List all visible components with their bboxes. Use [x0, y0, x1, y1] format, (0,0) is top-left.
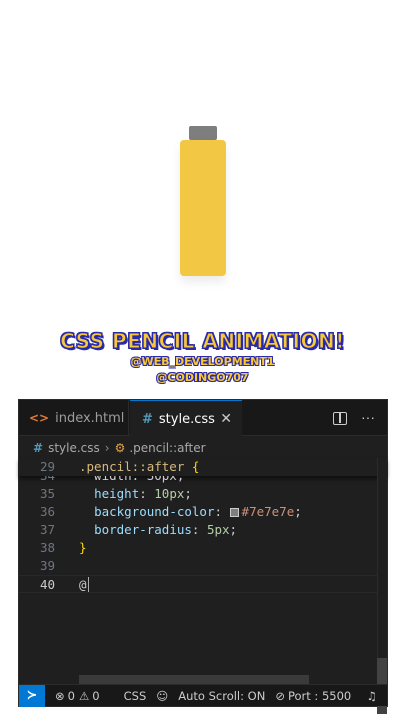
symbol-class-icon: ⚙: [114, 441, 126, 455]
text-cursor: [87, 577, 90, 592]
code-text: @: [79, 577, 87, 592]
css-selector: .pencil::after: [79, 459, 185, 474]
tab-label: style.css: [158, 411, 215, 427]
warning-icon: ⚠: [78, 688, 90, 703]
css-property: border-radius: [94, 522, 192, 537]
language-mode[interactable]: CSS: [124, 689, 147, 703]
vertical-scrollbar[interactable]: [377, 458, 387, 714]
code-line[interactable]: 35 height: 10px;: [19, 485, 387, 503]
css-value: 10px: [154, 486, 185, 501]
tab-index-html[interactable]: <> index.html: [19, 400, 129, 436]
code-text: width: 30px;: [79, 476, 184, 485]
css-property: height: [94, 486, 140, 501]
block-icon: ⊘: [275, 688, 285, 703]
code-line-current[interactable]: 40 @: [19, 575, 387, 593]
video-caption: CSS PENCIL ANIMATION! @WEB_DEVELOPMENT1 …: [0, 328, 405, 386]
css-property: background-color: [94, 504, 215, 519]
sticky-scroll-line[interactable]: 29 .pencil::after {: [19, 458, 387, 476]
breadcrumb-symbol[interactable]: .pencil::after: [129, 441, 205, 455]
auto-scroll-status[interactable]: Auto Scroll: ON: [178, 689, 265, 703]
more-actions-icon[interactable]: ···: [361, 409, 375, 425]
tab-style-css[interactable]: # style.css ✕: [130, 400, 242, 437]
css-file-icon: #: [33, 441, 44, 455]
line-number: 40: [39, 577, 55, 592]
line-number: 39: [39, 558, 55, 573]
code-line[interactable]: 36 background-color: #7e7e7e;: [19, 503, 387, 521]
close-brace: }: [79, 540, 87, 555]
css-value: #7e7e7e: [241, 504, 295, 519]
error-icon: ⊗: [55, 688, 65, 703]
tab-bar: <> index.html # style.css ✕ ···: [19, 400, 387, 437]
open-brace: {: [191, 459, 200, 474]
horizontal-scrollbar[interactable]: [79, 675, 309, 684]
close-icon[interactable]: ✕: [220, 411, 232, 427]
color-swatch[interactable]: [229, 508, 239, 517]
css-value: 5px: [206, 522, 230, 537]
caption-handle-2: @CODINGO707: [156, 371, 249, 384]
tab-label: index.html: [55, 410, 125, 426]
pencil-body: [180, 140, 226, 276]
code-editor-window: <> index.html # style.css ✕ ··· # style.…: [18, 399, 388, 714]
code-line[interactable]: 37 border-radius: 5px;: [19, 521, 387, 539]
breadcrumb: # style.css › ⚙ .pencil::after: [33, 438, 206, 458]
code-area[interactable]: 29 .pencil::after { 34 width: 30px; 35 h…: [19, 458, 387, 593]
pencil-eraser: [189, 126, 217, 140]
line-number: 34: [19, 476, 55, 485]
bell-icon[interactable]: ♫: [367, 689, 377, 703]
code-line-partial: 34 width: 30px;: [19, 476, 387, 485]
error-count: 0: [67, 688, 75, 703]
split-editor-icon[interactable]: [333, 412, 347, 425]
caption-handle-1: @WEB_DEVELOPMENT1: [130, 355, 275, 368]
problems-indicator[interactable]: ⊗ 0 ⚠ 0: [55, 689, 100, 703]
warning-count: 0: [92, 688, 100, 703]
chevron-right-icon: ›: [104, 441, 110, 455]
live-server-port[interactable]: ⊘ Port : 5500: [275, 689, 351, 703]
caption-title: CSS PENCIL ANIMATION!: [60, 329, 345, 354]
breadcrumb-file[interactable]: style.css: [48, 441, 100, 455]
editor-actions: ···: [333, 409, 375, 425]
code-line[interactable]: 39: [19, 557, 387, 575]
line-number: 37: [39, 522, 55, 537]
code-line[interactable]: 38 }: [19, 539, 387, 557]
line-number: 38: [39, 540, 55, 555]
remote-icon[interactable]: ≻: [19, 684, 45, 707]
line-number: 35: [39, 486, 55, 501]
css-file-icon: #: [142, 411, 153, 427]
status-bar: ≻ ⊗ 0 ⚠ 0 CSS ☺ Auto Scroll: ON ⊘ Port :…: [19, 684, 387, 707]
preview-area: [0, 0, 405, 330]
copilot-icon[interactable]: ☺: [156, 689, 168, 703]
line-number: 29: [39, 459, 55, 474]
line-number: 36: [39, 504, 55, 519]
html-file-icon: <>: [29, 411, 50, 425]
port-label: Port : 5500: [287, 688, 352, 703]
